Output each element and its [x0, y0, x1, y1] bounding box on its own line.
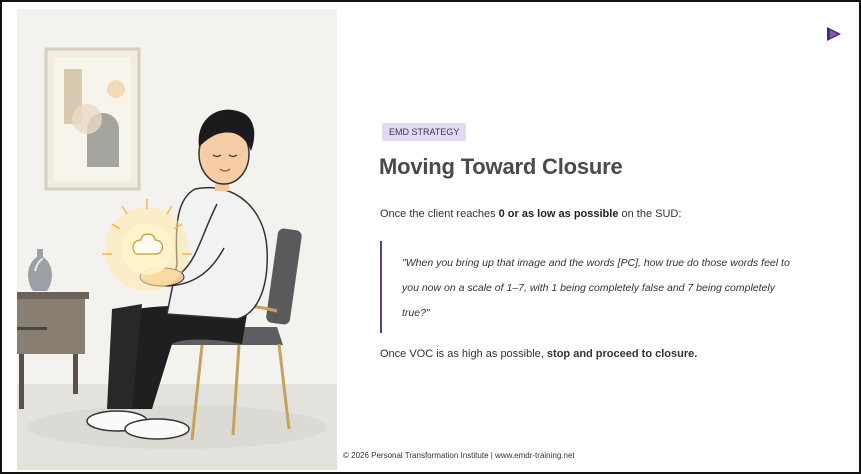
intro-prefix: Once the client reaches: [380, 208, 499, 220]
closing-bold: stop and proceed to closure.: [546, 348, 698, 360]
voc-quote-text: "When you bring up that image and the wo…: [402, 257, 790, 319]
meditation-illustration: [17, 9, 337, 470]
intro-bold: 0 or as low as possible: [498, 208, 619, 220]
slide-title: Moving Toward Closure: [379, 154, 623, 179]
slide: EMD STRATEGY Moving Toward Closure Once …: [0, 0, 861, 474]
pti-logo-icon: [827, 27, 841, 41]
closing-prefix: Once VOC is as high as possible,: [380, 348, 547, 360]
intro-suffix: on the SUD:: [618, 208, 682, 220]
closing-text: Once VOC is as high as possible, stop an…: [380, 348, 697, 360]
voc-quote-block: "When you bring up that image and the wo…: [380, 241, 822, 333]
intro-text: Once the client reaches 0 or as low as p…: [380, 208, 681, 220]
footer-copyright: © 2026 Personal Transformation Institute…: [343, 451, 575, 460]
strategy-tag: EMD STRATEGY: [382, 123, 467, 141]
